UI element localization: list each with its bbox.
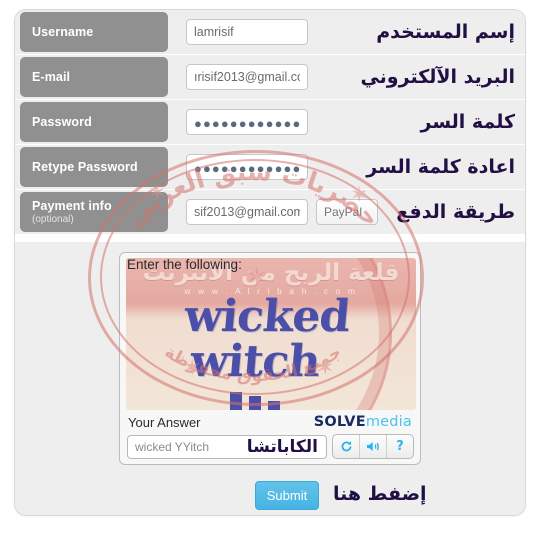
arabic-annotation-username: إسم المستخدم xyxy=(376,21,515,43)
label-password: Password xyxy=(20,102,168,142)
label-retype-password-text: Retype Password xyxy=(32,160,138,174)
retype-password-input[interactable] xyxy=(186,154,308,180)
submit-row: Submit إضفط هنا xyxy=(15,472,525,515)
input-cell-email xyxy=(186,64,308,90)
label-payment-info-text: Payment info xyxy=(32,198,112,213)
arabic-annotation-submit: إضفط هنا xyxy=(333,483,427,505)
captcha-answer-value: wicked YYitch xyxy=(135,440,210,454)
label-email-text: E-mail xyxy=(32,70,71,84)
page-root: Username إسم المستخدم E-mail البريد الآل… xyxy=(0,0,540,536)
audio-icon[interactable] xyxy=(360,435,387,458)
form-row-email: E-mail البريد الآلكتروني xyxy=(15,55,525,99)
captcha-answer-label: Your Answer xyxy=(128,415,201,430)
captcha-answer-arabic-overlay: الكاباتشا xyxy=(246,437,318,457)
captcha-answer-field[interactable]: wicked YYitch الكاباتشا xyxy=(127,435,327,459)
captcha-image: قلعة الربح من الانترنت w w w . A l r i b… xyxy=(126,258,416,410)
captcha-zone: قلعة الربح من الانترنت w w w . A l r i b… xyxy=(15,242,525,472)
label-email: E-mail xyxy=(20,57,168,97)
arabic-annotation-password: كلمة السر xyxy=(420,111,515,133)
arabic-annotation-retype-password: اعادة كلمة السر xyxy=(366,156,515,178)
refresh-icon[interactable] xyxy=(333,435,360,458)
label-username-text: Username xyxy=(32,25,94,39)
form-rows: Username إسم المستخدم E-mail البريد الآل… xyxy=(15,10,525,235)
form-row-username: Username إسم المستخدم xyxy=(15,10,525,54)
email-input[interactable] xyxy=(186,64,308,90)
label-password-text: Password xyxy=(32,115,92,129)
payment-method-select[interactable]: PayPal xyxy=(316,199,378,225)
username-input[interactable] xyxy=(186,19,308,45)
password-input[interactable] xyxy=(186,109,308,135)
submit-button[interactable]: Submit xyxy=(255,481,319,510)
captcha-word-line2: witch xyxy=(188,336,322,387)
label-retype-password: Retype Password xyxy=(20,147,168,187)
captcha-noise-bars xyxy=(230,390,316,410)
solve-media-logo-part1: SOLVE xyxy=(313,414,366,430)
label-username: Username xyxy=(20,12,168,52)
arabic-annotation-email: البريد الآلكتروني xyxy=(360,66,515,88)
form-row-retype-password: Retype Password اعادة كلمة السر xyxy=(15,145,525,189)
captcha-widget: قلعة الربح من الانترنت w w w . A l r i b… xyxy=(119,252,421,465)
solve-media-logo-part2: media xyxy=(365,414,412,430)
input-cell-payment-info: PayPal xyxy=(186,199,378,225)
form-row-payment-info: Payment info (optional) PayPal طريقة الد… xyxy=(15,190,525,234)
arabic-annotation-payment-info: طريقة الدفع xyxy=(396,201,515,223)
registration-card: Username إسم المستخدم E-mail البريد الآل… xyxy=(14,9,526,516)
input-cell-username xyxy=(186,19,308,45)
form-row-password: Password كلمة السر xyxy=(15,100,525,144)
payment-info-input[interactable] xyxy=(186,199,308,225)
help-icon[interactable]: ? xyxy=(387,435,413,458)
label-payment-info: Payment info (optional) xyxy=(20,192,168,232)
captcha-controls: ? xyxy=(332,434,414,459)
input-cell-retype-password xyxy=(186,154,308,180)
captcha-word-line1: wicked xyxy=(182,291,352,342)
captcha-prompt: Enter the following: xyxy=(127,257,242,272)
label-payment-info-sub: (optional) xyxy=(32,213,74,225)
solve-media-logo: SOLVEmedia xyxy=(314,414,412,430)
input-cell-password xyxy=(186,109,308,135)
